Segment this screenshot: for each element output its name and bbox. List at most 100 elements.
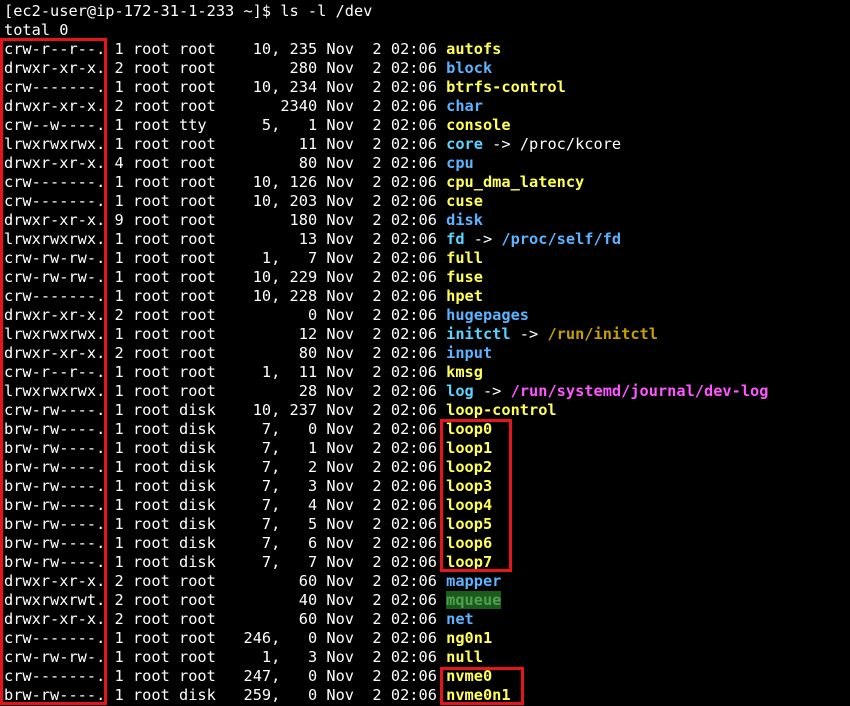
table-row: crw-rw-rw-. 1 root root 1, 7 Nov 2 02:06… — [4, 249, 483, 268]
file-name[interactable]: mqueue — [446, 591, 502, 609]
table-row: brw-rw----. 1 root disk 7, 5 Nov 2 02:06… — [4, 515, 492, 534]
table-row: crw-------. 1 root root 10, 126 Nov 2 02… — [4, 173, 584, 192]
owner: root — [123, 325, 170, 343]
file-name[interactable]: fuse — [446, 268, 483, 286]
permissions: crw-------. — [4, 78, 106, 96]
file-name[interactable]: loop1 — [446, 439, 492, 457]
file-name[interactable]: hugepages — [446, 306, 529, 324]
file-name[interactable]: disk — [446, 211, 483, 229]
file-name[interactable]: loop2 — [446, 458, 492, 476]
file-name[interactable]: nvme0 — [446, 667, 492, 685]
permissions: crw-rw-rw-. — [4, 648, 106, 666]
symlink-target[interactable]: /run/initctl — [547, 325, 658, 343]
owner: root — [123, 173, 170, 191]
file-name[interactable]: initctl — [446, 325, 510, 343]
time: 02:06 — [381, 439, 447, 457]
month: Nov — [317, 116, 355, 134]
group: root — [169, 344, 216, 362]
month: Nov — [317, 363, 355, 381]
file-name[interactable]: fd — [446, 230, 464, 248]
time: 02:06 — [381, 382, 447, 400]
day: 2 — [354, 667, 382, 685]
terminal-window[interactable]: [ec2-user@ip-172-31-1-233 ~]$ ls -l /dev… — [0, 0, 850, 706]
group: disk — [169, 439, 216, 457]
permissions: brw-rw----. — [4, 496, 106, 514]
symlink-target[interactable]: /run/systemd/journal/dev-log — [511, 382, 769, 400]
file-name[interactable]: nvme0n1 — [446, 686, 510, 704]
time: 02:06 — [381, 629, 447, 647]
link-count: 1 — [105, 230, 124, 248]
file-name[interactable]: loop5 — [446, 515, 492, 533]
file-name[interactable]: loop6 — [446, 534, 492, 552]
link-count: 1 — [105, 40, 124, 58]
file-name[interactable]: kmsg — [446, 363, 483, 381]
file-name[interactable]: log — [446, 382, 474, 400]
file-name[interactable]: mapper — [446, 572, 501, 590]
table-row: brw-rw----. 1 root disk 7, 4 Nov 2 02:06… — [4, 496, 492, 515]
table-row: crw-r--r--. 1 root root 10, 235 Nov 2 02… — [4, 40, 501, 59]
file-name[interactable]: block — [446, 59, 492, 77]
size: 10, 126 — [215, 173, 318, 191]
file-name[interactable]: loop-control — [446, 401, 557, 419]
size: 2340 — [215, 97, 318, 115]
file-name[interactable]: btrfs-control — [446, 78, 566, 96]
file-name[interactable]: null — [446, 648, 483, 666]
file-name[interactable]: ng0n1 — [446, 629, 492, 647]
link-count: 1 — [105, 458, 124, 476]
time: 02:06 — [381, 458, 447, 476]
file-name[interactable]: input — [446, 344, 492, 362]
file-name[interactable]: cpu_dma_latency — [446, 173, 584, 191]
day: 2 — [354, 249, 382, 267]
file-name[interactable]: console — [446, 116, 510, 134]
file-name[interactable]: char — [446, 97, 483, 115]
permissions: crw-r--r--. — [4, 363, 106, 381]
day: 2 — [354, 59, 382, 77]
file-name[interactable]: net — [446, 610, 474, 628]
group: disk — [169, 420, 216, 438]
permissions: drwxr-xr-x. — [4, 610, 106, 628]
size: 5, 1 — [215, 116, 318, 134]
file-name[interactable]: loop0 — [446, 420, 492, 438]
month: Nov — [317, 572, 355, 590]
link-count: 1 — [105, 363, 124, 381]
link-count: 1 — [105, 477, 124, 495]
table-row: brw-rw----. 1 root disk 7, 3 Nov 2 02:06… — [4, 477, 492, 496]
file-name[interactable]: autofs — [446, 40, 501, 58]
group: disk — [169, 458, 216, 476]
file-name[interactable]: hpet — [446, 287, 483, 305]
permissions: drwxr-xr-x. — [4, 154, 106, 172]
symlink-target[interactable]: /proc/kcore — [520, 135, 621, 153]
owner: root — [123, 154, 170, 172]
permissions: crw-------. — [4, 287, 106, 305]
table-row: crw-------. 1 root root 10, 203 Nov 2 02… — [4, 192, 483, 211]
file-name[interactable]: core — [446, 135, 483, 153]
time: 02:06 — [381, 78, 447, 96]
size: 7, 0 — [215, 420, 318, 438]
owner: root — [123, 268, 170, 286]
link-count: 2 — [105, 97, 124, 115]
owner: root — [123, 344, 170, 362]
link-count: 1 — [105, 515, 124, 533]
size: 10, 234 — [215, 78, 318, 96]
month: Nov — [317, 667, 355, 685]
link-count: 1 — [105, 553, 124, 571]
owner: root — [123, 648, 170, 666]
size: 80 — [215, 154, 318, 172]
symlink-target[interactable]: /proc/self/fd — [501, 230, 621, 248]
file-name[interactable]: full — [446, 249, 483, 267]
size: 60 — [215, 610, 318, 628]
file-name[interactable]: cpu — [446, 154, 474, 172]
file-name[interactable]: loop7 — [446, 553, 492, 571]
file-name[interactable]: loop4 — [446, 496, 492, 514]
time: 02:06 — [381, 401, 447, 419]
link-count: 1 — [105, 268, 124, 286]
file-name[interactable]: cuse — [446, 192, 483, 210]
group: disk — [169, 401, 216, 419]
size: 7, 2 — [215, 458, 318, 476]
permissions: crw-rw-rw-. — [4, 249, 106, 267]
file-name[interactable]: loop3 — [446, 477, 492, 495]
group: root — [169, 610, 216, 628]
day: 2 — [354, 591, 382, 609]
month: Nov — [317, 78, 355, 96]
day: 2 — [354, 116, 382, 134]
